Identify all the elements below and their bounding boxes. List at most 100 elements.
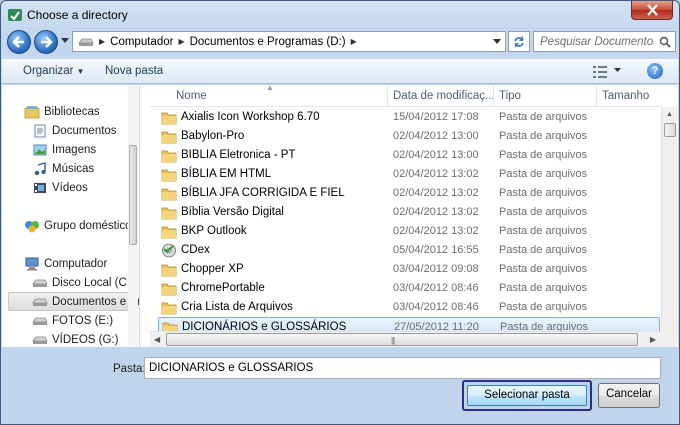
sidebar-item-label: Documentos e Pr <box>52 295 139 308</box>
sidebar-scrollbar-thumb[interactable] <box>129 145 137 245</box>
select-folder-button[interactable]: Selecionar pasta <box>462 380 592 411</box>
sidebar-item-computador[interactable]: Computador <box>24 254 107 273</box>
sidebar-item-disco-local-c[interactable]: Disco Local (C:) <box>32 273 134 292</box>
select-folder-button-face[interactable]: Selecionar pasta <box>467 385 587 406</box>
drive-icon <box>32 332 48 348</box>
pane-divider[interactable] <box>139 85 140 347</box>
file-list[interactable]: ▲ Nome Data de modificaç... Tipo Tamanho… <box>150 85 662 347</box>
sidebar-item-bibliotecas[interactable]: Bibliotecas <box>24 102 100 121</box>
file-name: BÍBLIA JFA CORRIGIDA E FIEL <box>181 187 345 199</box>
address-history-dropdown-icon[interactable] <box>493 39 501 44</box>
scrollbar-grip-icon: ||| <box>391 336 395 345</box>
folder-icon <box>161 110 177 125</box>
close-button[interactable] <box>631 1 673 20</box>
navigation-pane[interactable]: Bibliotecas Documentos Imagens Músicas V… <box>2 85 139 347</box>
view-options-icon[interactable] <box>592 65 608 79</box>
file-row[interactable]: BÍBLIA JFA CORRIGIDA E FIEL 02/04/2012 13… <box>158 184 660 203</box>
new-folder-button[interactable]: Nova pasta <box>105 65 163 77</box>
browser-pane: Bibliotecas Documentos Imagens Músicas V… <box>2 85 678 347</box>
cancel-button[interactable]: Cancelar <box>598 383 660 408</box>
navigation-bar: ▶ Computador ▶ Documentos e Programas (D… <box>5 29 677 55</box>
sidebar-item-musicas[interactable]: Músicas <box>32 159 94 178</box>
file-type: Pasta de arquivos <box>499 263 588 275</box>
help-button[interactable]: ? <box>647 63 663 79</box>
cdex-app-icon <box>161 243 177 258</box>
column-separator[interactable] <box>493 85 494 107</box>
file-date-modified: 02/04/2012 13:00 <box>393 130 479 142</box>
scroll-right-arrow-icon[interactable]: ▶ <box>650 335 656 344</box>
sidebar-item-grupo-domestico[interactable]: Grupo doméstico <box>24 216 132 235</box>
file-type: Pasta de arquivos <box>499 111 588 123</box>
folder-icon <box>161 205 177 220</box>
search-input[interactable] <box>534 32 654 51</box>
breadcrumb-separator-icon[interactable]: ▶ <box>178 37 184 46</box>
file-name: Chopper XP <box>181 263 244 275</box>
breadcrumb-separator-icon[interactable]: ▶ <box>351 37 357 46</box>
refresh-button[interactable] <box>508 31 530 52</box>
sidebar-item-label: Bibliotecas <box>44 105 100 118</box>
file-name: BKP Outlook <box>181 225 247 237</box>
file-row[interactable]: BÍBLIA EM HTML 02/04/2012 13:02 Pasta de a… <box>158 165 660 184</box>
file-date-modified: 03/04/2012 08:46 <box>393 301 479 313</box>
file-type: Pasta de arquivos <box>499 244 588 256</box>
file-row[interactable]: Axialis Icon Workshop 6.70 15/04/2012 17:… <box>158 108 660 127</box>
sidebar-item-fotos-e[interactable]: FOTOS (E:) <box>32 311 113 330</box>
breadcrumb-separator-icon[interactable]: ▶ <box>99 37 105 46</box>
sidebar-item-videos[interactable]: Vídeos <box>32 178 88 197</box>
folder-name-field[interactable] <box>144 357 661 379</box>
folder-icon <box>161 129 177 144</box>
file-date-modified: 02/04/2012 13:02 <box>393 187 479 199</box>
file-list-vertical-scrollbar[interactable]: ▲ <box>661 107 677 331</box>
file-row[interactable]: Cria Lista de Arquivos 03/04/2012 08:46 Pa… <box>158 298 660 317</box>
address-bar[interactable]: ▶ Computador ▶ Documentos e Programas (D… <box>72 31 506 52</box>
drive-icon <box>32 275 48 291</box>
file-row[interactable]: Bíblia Versão Digital 02/04/2012 13:02 Pas… <box>158 203 660 222</box>
recent-pages-dropdown-icon[interactable] <box>61 38 69 43</box>
file-date-modified: 15/04/2012 17:08 <box>393 111 479 123</box>
column-header-size[interactable]: Tamanho <box>602 90 649 102</box>
file-type: Pasta de arquivos <box>499 187 588 199</box>
homegroup-icon <box>24 218 40 234</box>
sidebar-item-videos-g[interactable]: VÍDEOS (G:) <box>32 330 118 347</box>
scroll-left-arrow-icon[interactable]: ◀ <box>154 335 160 344</box>
command-toolbar: Organizar ▼ Nova pasta ? <box>2 58 678 84</box>
file-row[interactable]: Chopper XP 03/04/2012 09:08 Pasta de arqui… <box>158 260 660 279</box>
file-list-horizontal-scrollbar[interactable]: ◀ ||| ▶ <box>150 331 661 347</box>
file-name: Bíblia Versão Digital <box>181 206 284 218</box>
file-type: Pasta de arquivos <box>499 206 588 218</box>
sidebar-item-documentos[interactable]: Documentos <box>32 121 117 140</box>
vertical-scrollbar-thumb[interactable] <box>664 123 676 137</box>
file-row[interactable]: Babylon-Pro 02/04/2012 13:00 Pasta de arqu… <box>158 127 660 146</box>
sidebar-scrollbar[interactable] <box>128 85 138 347</box>
breadcrumb-computer[interactable]: Computador <box>110 36 173 48</box>
videos-icon <box>32 180 48 196</box>
column-header-date[interactable]: Data de modificaç... <box>393 90 495 102</box>
column-separator[interactable] <box>387 85 388 107</box>
search-icon[interactable] <box>659 36 671 48</box>
sidebar-item-label: Imagens <box>52 143 97 156</box>
sidebar-item-documentos-e-programas[interactable]: Documentos e Pr <box>8 292 139 311</box>
file-row[interactable]: BIBLIA Eletronica - PT 02/04/2012 13:00 Pa… <box>158 146 660 165</box>
file-row[interactable]: CDex 05/04/2012 16:55 Pasta de arquivos <box>158 241 660 260</box>
scroll-up-arrow-icon[interactable]: ▲ <box>666 111 673 118</box>
column-header-name[interactable]: Nome <box>176 90 207 102</box>
file-name: BÍBLIA EM HTML <box>181 168 272 180</box>
organize-menu-button[interactable]: Organizar ▼ <box>23 65 84 77</box>
column-header-type[interactable]: Tipo <box>499 90 521 102</box>
sidebar-item-imagens[interactable]: Imagens <box>32 140 96 159</box>
column-separator[interactable] <box>596 85 597 107</box>
forward-button[interactable] <box>34 30 58 54</box>
file-row[interactable]: ChromePortable 03/04/2012 08:46 Pasta de a… <box>158 279 660 298</box>
computer-icon <box>24 256 40 272</box>
horizontal-scrollbar-thumb[interactable]: ||| <box>166 333 638 346</box>
back-button[interactable] <box>7 30 31 54</box>
file-row[interactable]: BKP Outlook 02/04/2012 13:02 Pasta de arqu… <box>158 222 660 241</box>
file-name: Babylon-Pro <box>181 130 245 142</box>
file-date-modified: 02/04/2012 13:00 <box>393 149 479 161</box>
window-title: Choose a directory <box>27 8 128 22</box>
view-dropdown-icon[interactable] <box>614 68 621 72</box>
breadcrumb-drive-d[interactable]: Documentos e Programas (D:) <box>190 36 346 48</box>
search-box[interactable] <box>533 31 676 52</box>
folder-icon <box>161 148 177 163</box>
folder-icon <box>161 186 177 201</box>
